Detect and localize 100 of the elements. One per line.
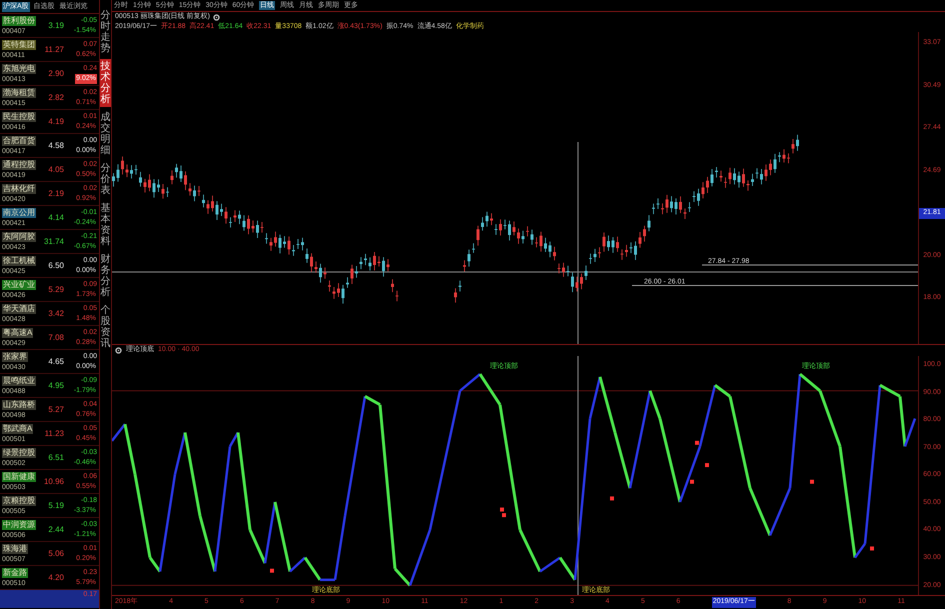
- candle: [193, 185, 196, 202]
- stock-name[interactable]: 民生控股: [2, 112, 36, 122]
- candle: [733, 168, 736, 185]
- candle: [594, 248, 596, 262]
- candle: [238, 210, 241, 224]
- candle: [517, 228, 520, 244]
- side-tab[interactable]: 财务分析: [100, 252, 111, 300]
- price-cell-text: 4.95: [47, 380, 64, 392]
- candle: [661, 202, 664, 215]
- candle: [508, 220, 511, 241]
- price-cell-text: 6.51: [47, 452, 64, 464]
- candle: [292, 244, 295, 256]
- candle: [378, 256, 380, 267]
- candle: [216, 200, 218, 220]
- candle: [679, 196, 682, 214]
- candle: [256, 220, 259, 238]
- candle: [296, 238, 300, 250]
- candle: [206, 200, 210, 214]
- stock-name[interactable]: 东旭光电: [2, 64, 36, 74]
- stock-name[interactable]: 珠海港: [2, 544, 28, 554]
- candle: [274, 231, 277, 248]
- price-cell-text: 4.65: [47, 356, 64, 368]
- stock-name[interactable]: 徐工机械: [2, 256, 36, 266]
- candle: [247, 214, 250, 235]
- candle: [476, 225, 480, 246]
- candle: [373, 252, 376, 271]
- candle: [157, 179, 160, 192]
- stock-name[interactable]: 南京公用: [2, 208, 36, 218]
- price-cell-text: 4.14: [47, 212, 64, 224]
- candle: [288, 236, 290, 256]
- stock-name[interactable]: 粤高速A: [2, 328, 34, 338]
- price-cell-text: 3.42: [47, 308, 64, 320]
- stock-name[interactable]: 中润资源: [2, 520, 36, 530]
- candle: [612, 236, 614, 254]
- candle: [198, 186, 200, 196]
- candle: [139, 172, 142, 188]
- candle: [332, 286, 336, 300]
- candle: [764, 164, 768, 182]
- candle: [368, 257, 372, 271]
- candle: [162, 184, 164, 200]
- candle: [301, 237, 304, 251]
- candle: [522, 230, 524, 244]
- stock-name[interactable]: 渤海租赁: [2, 88, 36, 98]
- stock-name[interactable]: 兴业矿业: [2, 280, 36, 290]
- settings-icon[interactable]: [115, 347, 122, 354]
- price-cell-text: 2.44: [47, 524, 64, 536]
- candle: [607, 235, 610, 252]
- price-cell-text: 4.19: [47, 116, 64, 128]
- stock-name[interactable]: 鄂武商A: [2, 424, 34, 434]
- candle: [463, 260, 466, 272]
- candle: [278, 234, 282, 254]
- candle: [490, 212, 493, 226]
- stock-name[interactable]: 英特集团: [2, 40, 36, 50]
- side-tab[interactable]: 成交明细: [100, 110, 111, 158]
- stock-name[interactable]: 华天酒店: [2, 304, 36, 314]
- candle: [544, 237, 547, 252]
- price-cell-text: 2.19: [47, 188, 64, 200]
- stock-name[interactable]: 山东路桥: [2, 400, 36, 410]
- candle: [746, 180, 750, 192]
- side-tab[interactable]: 技术分析: [100, 59, 111, 107]
- candle: [562, 262, 565, 278]
- stock-name[interactable]: 胜利股份: [2, 16, 36, 26]
- candle: [728, 167, 732, 184]
- stock-name[interactable]: 吉林化纤: [2, 184, 36, 194]
- candle: [180, 165, 182, 182]
- candle: [787, 153, 790, 164]
- side-tab[interactable]: 个股资讯: [100, 303, 111, 351]
- candle: [306, 248, 308, 264]
- stock-name[interactable]: 新金路: [2, 568, 28, 578]
- stock-name[interactable]: 京粮控股: [2, 496, 36, 506]
- stock-name[interactable]: 晨鸣纸业: [2, 376, 36, 386]
- stock-name[interactable]: 合肥百货: [2, 136, 36, 146]
- side-tab[interactable]: 基本资料: [100, 201, 111, 249]
- side-tab[interactable]: 分时走势: [100, 8, 111, 56]
- candle: [252, 220, 254, 233]
- candle: [211, 195, 214, 212]
- stock-name[interactable]: 国新健康: [2, 472, 36, 482]
- candle: [152, 178, 156, 198]
- stock-name[interactable]: 绿景控股: [2, 448, 36, 458]
- side-tab[interactable]: 分价表: [100, 161, 111, 198]
- candle: [566, 265, 570, 277]
- candle: [499, 219, 502, 236]
- candle: [175, 164, 178, 178]
- settings-icon[interactable]: [212, 14, 220, 20]
- candle: [319, 263, 322, 283]
- candle: [260, 222, 264, 234]
- candle: [778, 152, 781, 163]
- candle: [170, 170, 174, 185]
- candle: [504, 219, 506, 230]
- candle: [774, 153, 776, 174]
- candle: [355, 266, 358, 278]
- stock-name[interactable]: 张家界: [2, 352, 28, 362]
- candle: [738, 171, 740, 188]
- candle: [328, 280, 331, 292]
- stock-name[interactable]: 通程控股: [2, 160, 36, 170]
- candle: [756, 168, 758, 179]
- candle: [486, 211, 488, 228]
- stock-name[interactable]: 东阿阿胶: [2, 232, 36, 242]
- candle: [202, 194, 205, 208]
- candle: [769, 159, 772, 176]
